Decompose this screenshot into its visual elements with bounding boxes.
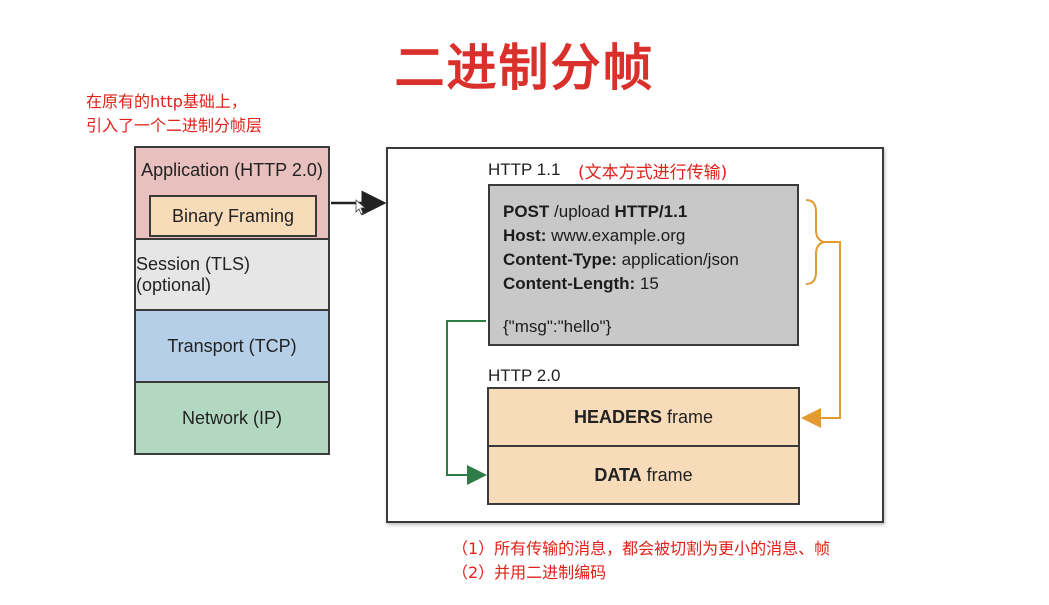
summary-note-2: （2）并用二进制编码 (452, 563, 607, 582)
connector-layer (331, 190, 841, 485)
summary-note-1: （1）所有传输的消息，都会被切割为更小的消息、帧 (452, 539, 831, 558)
body-to-data-arrow (446, 320, 487, 485)
headers-arrow (801, 241, 841, 428)
summary-notes: （1）所有传输的消息，都会被切割为更小的消息、帧 （2）并用二进制编码 (452, 537, 830, 585)
headers-brace (805, 199, 825, 285)
